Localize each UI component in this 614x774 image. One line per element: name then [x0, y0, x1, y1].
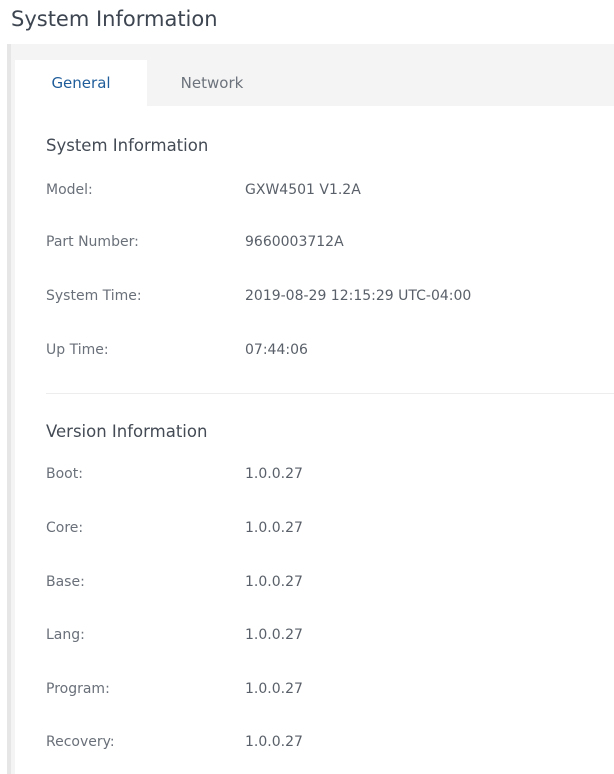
- part-number-value: 9660003712A: [245, 234, 344, 250]
- system-time-value: 2019-08-29 12:15:29 UTC-04:00: [245, 288, 472, 304]
- program-value: 1.0.0.27: [245, 681, 303, 697]
- page-title: System Information: [11, 7, 218, 31]
- general-panel: System Information Model: GXW4501 V1.2A …: [15, 106, 614, 774]
- boot-label: Boot:: [46, 466, 83, 482]
- program-label: Program:: [46, 681, 110, 697]
- core-label: Core:: [46, 520, 84, 536]
- base-label: Base:: [46, 574, 85, 590]
- boot-value: 1.0.0.27: [245, 466, 303, 482]
- tab-general[interactable]: General: [15, 60, 147, 106]
- content-area: General Network System Information Model…: [7, 44, 614, 774]
- model-value: GXW4501 V1.2A: [245, 182, 361, 198]
- system-time-label: System Time:: [46, 288, 142, 304]
- recovery-value: 1.0.0.27: [245, 734, 303, 750]
- tab-network[interactable]: Network: [147, 60, 277, 106]
- section-divider: [46, 393, 614, 394]
- core-value: 1.0.0.27: [245, 520, 303, 536]
- up-time-value: 07:44:06: [245, 342, 308, 358]
- tab-bar: General Network: [11, 44, 614, 106]
- lang-label: Lang:: [46, 627, 85, 643]
- lang-value: 1.0.0.27: [245, 627, 303, 643]
- part-number-label: Part Number:: [46, 234, 139, 250]
- up-time-label: Up Time:: [46, 342, 109, 358]
- model-label: Model:: [46, 182, 93, 198]
- recovery-label: Recovery:: [46, 734, 115, 750]
- system-information-heading: System Information: [46, 136, 209, 155]
- base-value: 1.0.0.27: [245, 574, 303, 590]
- version-information-heading: Version Information: [46, 422, 208, 441]
